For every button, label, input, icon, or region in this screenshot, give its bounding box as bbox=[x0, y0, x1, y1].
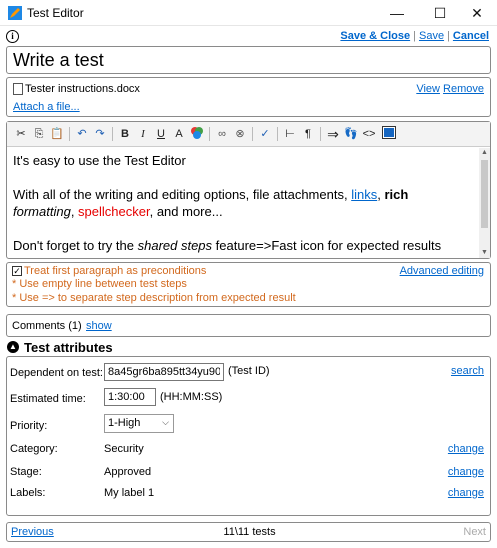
scroll-down-icon[interactable]: ▼ bbox=[479, 248, 490, 258]
dependent-test-input[interactable] bbox=[104, 363, 224, 381]
underline-icon[interactable]: U bbox=[153, 126, 169, 142]
scrollbar-thumb[interactable] bbox=[481, 160, 488, 228]
labels-change-link[interactable]: change bbox=[448, 487, 484, 499]
rich-text-editor: ✂ ⎘ 📋 ↶ ↷ B I U A ∞ ⊗ ✓ ⊢ ¶ ⇒ 👣 <> It's … bbox=[6, 121, 491, 259]
attach-file-link[interactable]: Attach a file... bbox=[13, 101, 80, 113]
app-icon bbox=[8, 6, 22, 20]
spellcheck-icon[interactable]: ✓ bbox=[257, 126, 273, 142]
paste-icon[interactable]: 📋 bbox=[49, 126, 65, 142]
test-name-input[interactable] bbox=[13, 50, 483, 71]
attachment-actions: View Remove bbox=[416, 83, 484, 95]
content-link[interactable]: links bbox=[351, 187, 377, 202]
hint-empty-line: * Use empty line between test steps bbox=[12, 278, 187, 290]
attachment-file-name: Tester instructions.docx bbox=[25, 83, 140, 95]
estimated-hint: (HH:MM:SS) bbox=[160, 391, 223, 403]
title-bar: Test Editor — ☐ ✕ bbox=[0, 0, 497, 26]
remove-link[interactable]: Remove bbox=[443, 83, 484, 95]
category-value: Security bbox=[104, 443, 144, 455]
attributes-panel: Dependent on test: (Test ID) search Esti… bbox=[6, 356, 491, 516]
italic-icon[interactable]: I bbox=[135, 126, 151, 142]
dependent-label: Dependent on test: bbox=[10, 367, 103, 379]
pager: 11\11 tests Previous Next bbox=[6, 522, 491, 542]
cancel-link[interactable]: Cancel bbox=[453, 30, 489, 42]
preconditions-panel: ✓ Treat first paragraph as preconditions… bbox=[6, 262, 491, 307]
advanced-editing-link[interactable]: Advanced editing bbox=[400, 265, 484, 277]
minimize-button[interactable]: — bbox=[377, 0, 417, 26]
comments-show-link[interactable]: show bbox=[86, 320, 112, 332]
link-icon[interactable]: ∞ bbox=[214, 126, 230, 142]
previous-link[interactable]: Previous bbox=[11, 526, 54, 538]
search-link[interactable]: search bbox=[451, 365, 484, 377]
undo-icon[interactable]: ↶ bbox=[74, 126, 90, 142]
info-icon[interactable]: i bbox=[6, 30, 19, 43]
window-title: Test Editor bbox=[27, 6, 84, 20]
close-window-button[interactable]: ✕ bbox=[457, 0, 497, 26]
estimated-label: Estimated time: bbox=[10, 393, 86, 405]
save-close-link[interactable]: Save & Close bbox=[340, 30, 410, 42]
test-name-box bbox=[6, 46, 491, 74]
stage-value: Approved bbox=[104, 466, 152, 478]
attributes-title: Test attributes bbox=[24, 340, 113, 355]
priority-label: Priority: bbox=[10, 420, 48, 432]
spellchecker-word: spellchecker bbox=[78, 204, 150, 219]
copy-icon[interactable]: ⎘ bbox=[31, 126, 47, 142]
editor-line: With all of the writing and editing opti… bbox=[13, 187, 409, 219]
hint-separator: * Use => to separate step description fr… bbox=[12, 292, 296, 304]
footsteps-icon[interactable]: 👣 bbox=[343, 126, 359, 142]
chevron-down-icon: ⌵ bbox=[162, 417, 169, 427]
arrow-icon[interactable]: ⇒ bbox=[325, 126, 341, 142]
labels-value: My label 1 bbox=[104, 487, 155, 499]
image-icon[interactable] bbox=[381, 126, 397, 142]
unlink-icon[interactable]: ⊗ bbox=[232, 126, 248, 142]
dependent-hint: (Test ID) bbox=[228, 365, 270, 377]
priority-select[interactable]: 1-High ⌵ bbox=[104, 414, 174, 433]
action-links: Save & Close | Save | Cancel bbox=[340, 30, 489, 42]
collapse-icon[interactable]: ▲ bbox=[7, 341, 19, 353]
next-link: Next bbox=[463, 526, 486, 538]
document-icon bbox=[13, 83, 23, 95]
redo-icon[interactable]: ↷ bbox=[92, 126, 108, 142]
priority-value: 1-High bbox=[108, 417, 141, 429]
view-link[interactable]: View bbox=[416, 83, 440, 95]
labels-label: Labels: bbox=[10, 487, 46, 499]
source-icon[interactable]: <> bbox=[361, 126, 377, 142]
comments-panel: Comments (1) show bbox=[6, 314, 491, 337]
editor-content[interactable]: It's easy to use the Test Editor With al… bbox=[7, 148, 477, 258]
estimated-time-input[interactable] bbox=[104, 388, 156, 406]
cut-icon[interactable]: ✂ bbox=[13, 126, 29, 142]
stage-label: Stage: bbox=[10, 466, 42, 478]
pager-count: 11\11 tests bbox=[223, 526, 276, 538]
preconditions-label: Treat first paragraph as preconditions bbox=[24, 265, 207, 277]
category-label: Category: bbox=[10, 443, 58, 455]
attachments-panel: Tester instructions.docx View Remove Att… bbox=[6, 77, 491, 117]
maximize-button[interactable]: ☐ bbox=[420, 0, 460, 26]
bold-icon[interactable]: B bbox=[117, 126, 133, 142]
step-icon[interactable]: ⊢ bbox=[282, 126, 298, 142]
comments-label: Comments (1) bbox=[12, 320, 82, 332]
editor-line: It's easy to use the Test Editor bbox=[13, 153, 186, 168]
save-link[interactable]: Save bbox=[419, 30, 444, 42]
highlight-icon[interactable] bbox=[189, 126, 205, 142]
editor-toolbar: ✂ ⎘ 📋 ↶ ↷ B I U A ∞ ⊗ ✓ ⊢ ¶ ⇒ 👣 <> bbox=[7, 122, 490, 147]
paragraph-icon[interactable]: ¶ bbox=[300, 126, 316, 142]
editor-scrollbar[interactable]: ▲ ▼ bbox=[479, 148, 490, 258]
category-change-link[interactable]: change bbox=[448, 443, 484, 455]
stage-change-link[interactable]: change bbox=[448, 466, 484, 478]
separator: | bbox=[447, 30, 450, 42]
scroll-up-icon[interactable]: ▲ bbox=[479, 148, 490, 158]
separator: | bbox=[413, 30, 416, 42]
preconditions-checkbox[interactable]: ✓ bbox=[12, 266, 22, 276]
editor-line: Don't forget to try the shared steps fea… bbox=[13, 238, 442, 253]
font-color-icon[interactable]: A bbox=[171, 126, 187, 142]
